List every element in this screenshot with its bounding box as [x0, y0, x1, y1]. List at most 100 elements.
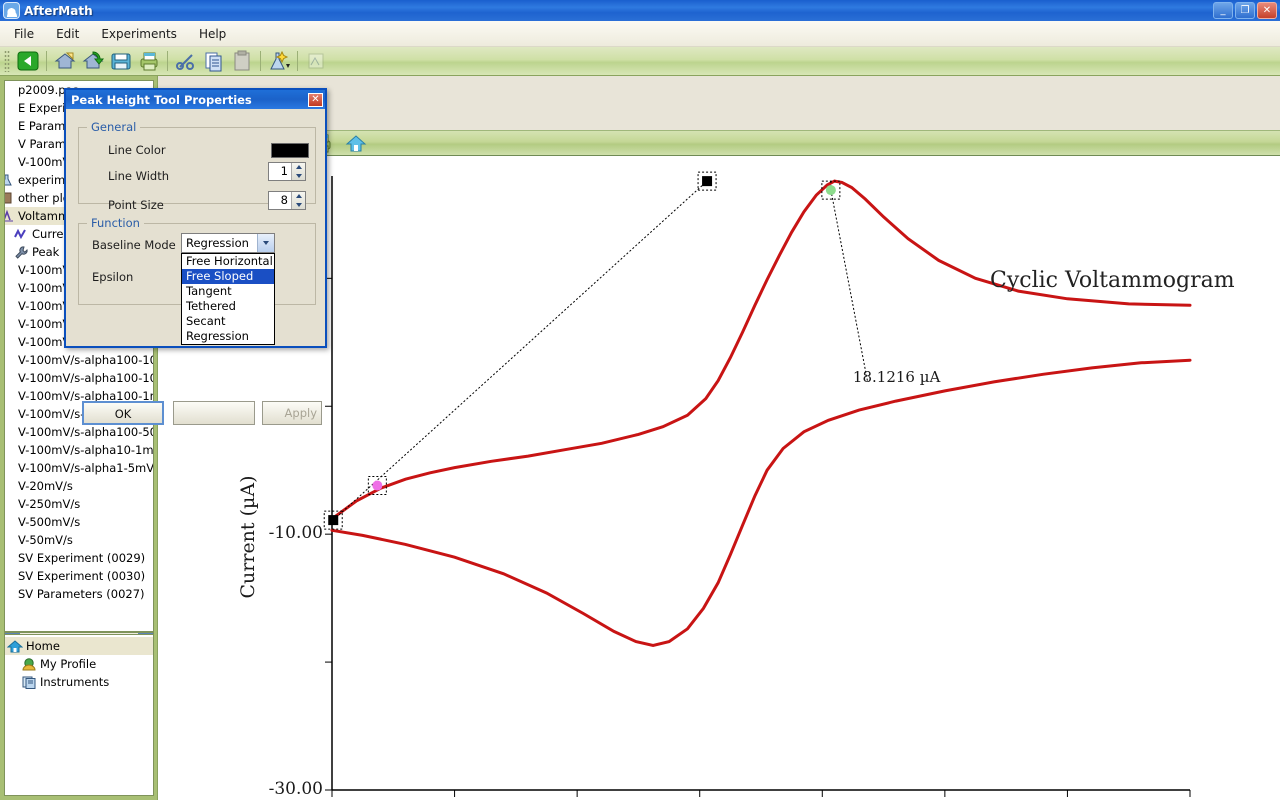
line-width-stepper[interactable]: 1: [268, 162, 306, 181]
dropdown-option[interactable]: Tangent: [182, 284, 274, 299]
print-icon[interactable]: [136, 49, 162, 73]
item-label: V-20mV/s: [18, 479, 73, 493]
dropdown-option[interactable]: Free Horizontal: [182, 254, 274, 269]
copy-icon[interactable]: [201, 49, 227, 73]
chevron-up-icon[interactable]: [295, 165, 302, 170]
dialog-close-button[interactable]: ✕: [308, 92, 323, 107]
chevron-up-icon[interactable]: [295, 194, 302, 199]
no-icon: [5, 281, 15, 295]
tree-item[interactable]: V-100mV/s-alpha100-10m: [5, 369, 154, 387]
no-icon: [5, 299, 15, 313]
restore-button[interactable]: ❐: [1235, 2, 1255, 19]
dropdown-option[interactable]: Tethered: [182, 299, 274, 314]
paste-icon[interactable]: [229, 49, 255, 73]
chevron-down-icon[interactable]: [295, 173, 302, 178]
no-icon: [5, 137, 15, 151]
minimize-button[interactable]: _: [1213, 2, 1233, 19]
item-label: Home: [26, 639, 60, 653]
menu-file[interactable]: File: [14, 27, 34, 41]
item-label: V-100mV/s-alpha100-50m: [18, 425, 154, 439]
close-button[interactable]: ✕: [1257, 2, 1277, 19]
tree-item[interactable]: V-500mV/s: [5, 513, 153, 531]
home-icon: [6, 639, 24, 653]
no-icon: [5, 461, 15, 475]
toolbar-separator: [167, 51, 168, 71]
menu-help[interactable]: Help: [199, 27, 226, 41]
tree-item[interactable]: V-20mV/s: [5, 477, 153, 495]
epsilon-label: Epsilon: [92, 270, 134, 284]
home-icon[interactable]: [343, 131, 369, 155]
item-label: SV Parameters (0027): [18, 587, 145, 601]
toolbar-grip[interactable]: [4, 50, 10, 72]
menubar: File Edit Experiments Help: [0, 21, 1280, 47]
home-item[interactable]: Instruments: [5, 673, 153, 691]
tree-item[interactable]: SV Experiment (0030): [5, 567, 153, 585]
plot-icon: [5, 191, 15, 205]
main-toolbar: [0, 47, 1280, 76]
home-tree-list: Home My Profile Instruments: [5, 637, 153, 691]
menu-experiments[interactable]: Experiments: [101, 27, 177, 41]
tree-item[interactable]: SV Experiment (0029): [5, 549, 153, 567]
tree-item[interactable]: V-100mV/s-alpha10-1mV: [5, 441, 153, 459]
cancel-button[interactable]: Cancel: [173, 401, 255, 425]
no-icon: [5, 263, 15, 277]
home-tree[interactable]: Home My Profile Instruments: [4, 634, 154, 796]
line-color-swatch[interactable]: [271, 143, 309, 158]
item-label: V-100mV/s-alpha100-10m: [18, 371, 154, 385]
line-width-arrows[interactable]: [291, 163, 305, 180]
profile-icon: [21, 657, 37, 671]
item-label: SV Experiment (0029): [18, 551, 146, 565]
baseline-handle-upper[interactable]: [697, 171, 717, 191]
dialog-titlebar[interactable]: Peak Height Tool Properties ✕: [66, 90, 325, 109]
point-size-arrows[interactable]: [291, 192, 305, 209]
baseline-mode-dropdown[interactable]: Free Horizontal Free Sloped Tangent Tethere…: [181, 253, 275, 345]
cut-icon[interactable]: [173, 49, 199, 73]
flask-icon: [5, 173, 15, 187]
baseline-mode-select[interactable]: Regression: [181, 233, 275, 253]
no-icon: [5, 551, 15, 565]
tree-item[interactable]: V-100mV/s-alpha100-100: [5, 351, 153, 369]
no-icon: [5, 335, 15, 349]
archive-restore-icon[interactable]: [80, 49, 106, 73]
chevron-down-icon[interactable]: [295, 202, 302, 207]
tree-item[interactable]: V-250mV/s: [5, 495, 153, 513]
home-archive-icon[interactable]: [52, 49, 78, 73]
point-size-stepper[interactable]: 8: [268, 191, 306, 210]
dropdown-option[interactable]: Free Sloped: [182, 269, 274, 284]
chevron-down-icon[interactable]: [257, 234, 274, 252]
y-tick-label: -30.00: [268, 779, 323, 799]
tree-item[interactable]: V-50mV/s: [5, 531, 153, 549]
line-width-label: Line Width: [108, 169, 170, 183]
item-label: V-100mV/s-alpha1-5mV: [18, 461, 154, 475]
home-item[interactable]: Home: [5, 637, 153, 655]
home-item[interactable]: My Profile: [5, 655, 153, 673]
tree-item[interactable]: V-100mV/s-alpha100-50m: [5, 423, 154, 441]
no-icon: [5, 497, 15, 511]
new-experiment-icon[interactable]: [266, 49, 292, 73]
no-icon: [5, 353, 15, 367]
back-icon[interactable]: [15, 49, 41, 73]
no-icon: [5, 443, 15, 457]
item-label: My Profile: [40, 657, 97, 671]
dialog-title: Peak Height Tool Properties: [71, 92, 252, 107]
ok-button[interactable]: OK: [82, 401, 164, 425]
no-icon: [5, 407, 15, 421]
voltammogram-icon: [5, 209, 15, 223]
toolbar-separator: [297, 51, 298, 71]
line-color-label: Line Color: [108, 143, 166, 157]
dropdown-option[interactable]: Regression: [182, 329, 274, 344]
apply-button[interactable]: Apply: [262, 401, 322, 425]
wrench-icon: [13, 245, 29, 259]
item-label: V-250mV/s: [18, 497, 81, 511]
no-icon: [5, 101, 15, 115]
point-size-label: Point Size: [108, 198, 164, 212]
no-icon: [5, 389, 15, 403]
save-icon[interactable]: [108, 49, 134, 73]
y-tick-label: -10.00: [268, 523, 323, 544]
menu-edit[interactable]: Edit: [56, 27, 79, 41]
window-controls: _ ❐ ✕: [1213, 2, 1280, 19]
tree-item[interactable]: V-100mV/s-alpha1-5mV: [5, 459, 154, 477]
toolbar-separator: [260, 51, 261, 71]
tree-item[interactable]: SV Parameters (0027): [5, 585, 153, 603]
dropdown-option[interactable]: Secant: [182, 314, 274, 329]
